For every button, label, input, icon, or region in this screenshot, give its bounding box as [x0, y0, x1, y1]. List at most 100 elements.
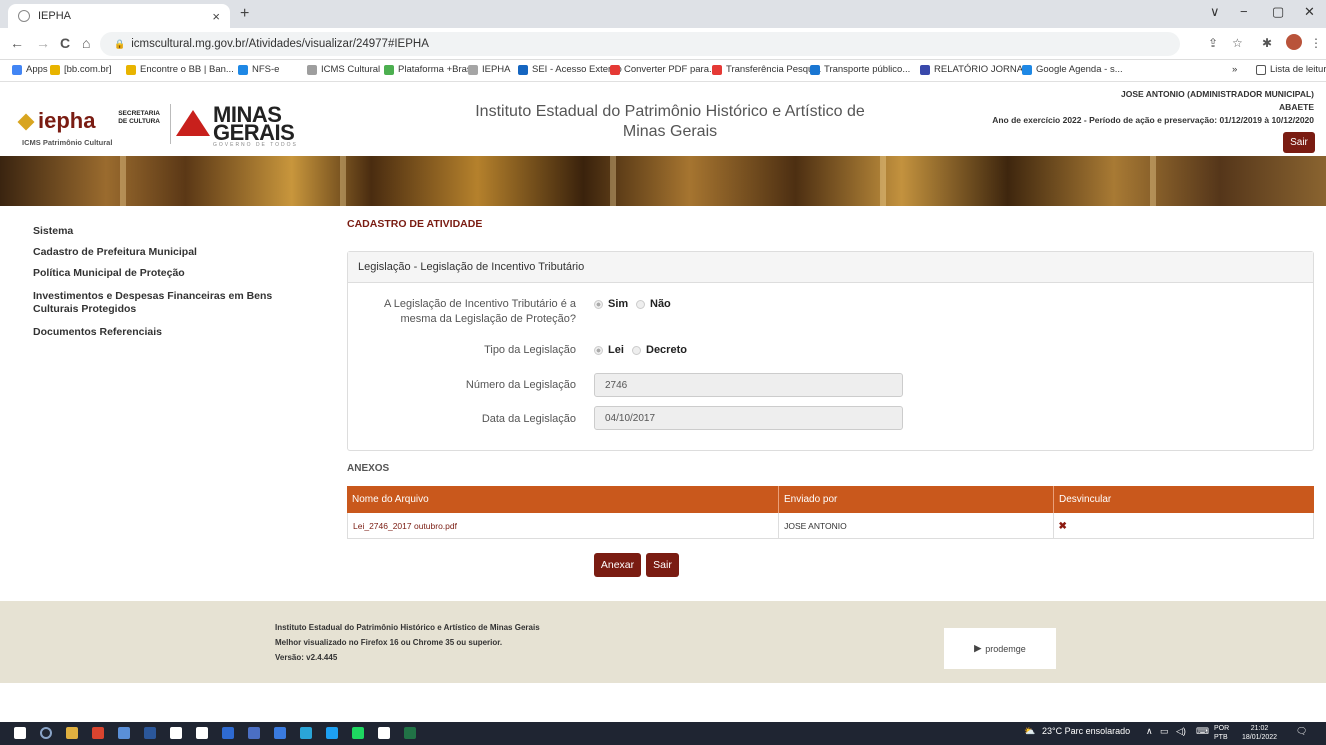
numero-legislacao-field[interactable]: 2746 [594, 373, 903, 397]
prodemge-label: prodemge [985, 643, 1026, 654]
taskbar-word-icon[interactable] [144, 727, 156, 739]
iepha-logo[interactable]: iepha [17, 108, 95, 134]
taskbar-start-icon[interactable] [14, 727, 26, 739]
taskbar-settings-icon[interactable] [378, 727, 390, 739]
bookmark-item[interactable]: NFS-e [238, 64, 279, 75]
sender-cell: JOSE ANTONIO [779, 513, 1054, 538]
bookmark-item[interactable]: Converter PDF para... [610, 64, 717, 75]
bookmark-favicon-icon [126, 64, 136, 75]
sidebar-item-politica-municipal[interactable]: Política Municipal de Proteção [33, 267, 185, 280]
bookmark-label: NFS-e [252, 64, 280, 75]
sidebar-item-documentos[interactable]: Documentos Referenciais [33, 326, 162, 339]
bookmark-item[interactable]: ICMS Cultural [307, 64, 380, 75]
bookmark-item[interactable]: Plataforma +Brasil [384, 64, 476, 75]
taskbar-ie-icon[interactable] [326, 727, 338, 739]
taskbar-app-icon[interactable] [274, 727, 286, 739]
taskbar-app-icon[interactable] [170, 727, 182, 739]
bookmark-label: Encontre o BB | Ban... [140, 64, 234, 75]
bookmark-favicon-icon [307, 64, 317, 75]
logo-divider [170, 104, 171, 144]
taskbar-app-icon[interactable] [118, 727, 130, 739]
governo-de-todos-label: GOVERNO DE TODOS [213, 142, 298, 148]
bookmark-item[interactable]: IEPHA [468, 64, 511, 75]
radio-sim[interactable]: Sim [594, 298, 634, 310]
weather-icon[interactable]: ⛅ [1024, 726, 1035, 737]
weather-text[interactable]: 23°C Parc ensolarado [1042, 726, 1130, 736]
keyboard-icon[interactable]: ⌨ [1196, 726, 1209, 737]
bookmark-favicon-icon [12, 64, 22, 75]
table-row: Lei_2746_2017 outubro.pdf JOSE ANTONIO ✖ [347, 513, 1314, 539]
browser-tab[interactable]: IEPHA × [8, 4, 230, 28]
bookmark-item[interactable]: Transporte público... [810, 64, 910, 75]
sidebar-item-sistema[interactable]: Sistema [33, 225, 73, 238]
close-window-button[interactable]: ✕ [1304, 4, 1315, 20]
bookmark-star-icon[interactable]: ☆ [1232, 36, 1243, 50]
radio-nao[interactable]: Não [636, 298, 677, 310]
radio-lei[interactable]: Lei [594, 344, 630, 356]
user-name: JOSE ANTONIO (ADMINISTRADOR MUNICIPAL) [1121, 89, 1314, 99]
taskbar-search-icon[interactable] [40, 727, 52, 739]
tab-search-icon[interactable]: ∨ [1210, 4, 1220, 20]
bookmark-item[interactable]: RELATÓRIO JORNA... [920, 64, 1031, 75]
secretaria-cultura-label: SECRETARIA DE CULTURA [118, 110, 160, 125]
bookmark-favicon-icon [1022, 64, 1032, 75]
bookmark-favicon-icon [810, 64, 820, 75]
mg-line2: GERAIS [213, 120, 295, 145]
tipo-legislacao-label: Tipo da Legislação [484, 344, 576, 356]
maximize-button[interactable]: ▢ [1272, 4, 1284, 20]
volume-icon[interactable]: ◁) [1176, 726, 1186, 737]
panel-title: Legislação - Legislação de Incentivo Tri… [348, 252, 1313, 283]
clock[interactable]: 21:02 18/01/2022 [1242, 724, 1277, 742]
taskbar-app-icon[interactable] [196, 727, 208, 739]
logout-button[interactable]: Sair [1283, 132, 1315, 153]
file-link[interactable]: Lei_2746_2017 outubro.pdf [353, 521, 457, 531]
bookmark-item[interactable]: Apps [12, 64, 48, 75]
url-input[interactable]: 🔒 icmscultural.mg.gov.br/Atividades/visu… [100, 32, 1180, 56]
close-tab-icon[interactable]: × [212, 9, 220, 24]
sidebar-item-cadastro-prefeitura[interactable]: Cadastro de Prefeitura Municipal [33, 246, 197, 259]
minimize-button[interactable]: − [1240, 4, 1248, 19]
bookmark-favicon-icon [518, 64, 528, 75]
bookmark-item[interactable]: Transferência Pesqu... [712, 64, 821, 75]
anexos-table: Nome do Arquivo Enviado por Desvincular … [347, 486, 1314, 539]
taskbar-chrome-icon[interactable] [92, 727, 104, 739]
unlink-icon[interactable]: ✖ [1059, 521, 1067, 532]
radio-unselected-icon [632, 345, 641, 355]
col-nome-arquivo: Nome do Arquivo [347, 486, 779, 513]
taskbar-app-icon[interactable] [222, 727, 234, 739]
forward-button[interactable]: → [36, 35, 50, 51]
bookmark-label: SEI - Acesso Externo [532, 64, 622, 75]
taskbar-file-explorer-icon[interactable] [66, 727, 78, 739]
data-legislacao-label: Data da Legislação [481, 413, 576, 425]
tray-chevron-icon[interactable]: ∧ [1146, 726, 1153, 737]
anexar-button[interactable]: Anexar [594, 553, 641, 577]
reload-button[interactable]: C [60, 35, 70, 51]
profile-avatar[interactable] [1286, 34, 1302, 50]
new-tab-button[interactable]: + [240, 5, 249, 23]
taskbar-excel-icon[interactable] [404, 727, 416, 739]
home-button[interactable]: ⌂ [82, 35, 90, 51]
browser-tab-bar: IEPHA × + ∨ − ▢ ✕ [0, 0, 1326, 28]
language-indicator[interactable]: POR PTB [1214, 724, 1229, 742]
back-button[interactable]: ← [10, 35, 24, 51]
prodemge-logo[interactable]: ▶ prodemge [944, 628, 1056, 669]
notifications-icon[interactable]: 🗨 [1296, 726, 1307, 737]
taskbar-spotify-icon[interactable] [352, 727, 364, 739]
bookmark-favicon-icon [238, 64, 248, 75]
bookmark-item[interactable]: Google Agenda - s... [1022, 64, 1123, 75]
menu-icon[interactable]: ⋮ [1310, 36, 1322, 50]
sair-button[interactable]: Sair [646, 553, 679, 577]
radio-decreto[interactable]: Decreto [632, 344, 693, 356]
bookmarks-more-button[interactable]: » [1232, 64, 1237, 75]
data-legislacao-field[interactable]: 04/10/2017 [594, 406, 903, 430]
sidebar-item-investimentos[interactable]: Investimentos e Despesas Financeiras em … [33, 290, 318, 316]
taskbar-edge-icon[interactable] [300, 727, 312, 739]
bookmark-item[interactable]: SEI - Acesso Externo [518, 64, 622, 75]
bookmark-item[interactable]: [bb.com.br] [50, 64, 112, 75]
share-icon[interactable]: ⇪ [1208, 36, 1218, 50]
taskbar-app-icon[interactable] [248, 727, 260, 739]
extensions-icon[interactable]: ✱ [1262, 36, 1272, 50]
reading-list-button[interactable]: Lista de leitura [1256, 64, 1326, 75]
network-icon[interactable]: ▭ [1160, 726, 1169, 737]
bookmark-item[interactable]: Encontre o BB | Ban... [126, 64, 234, 75]
